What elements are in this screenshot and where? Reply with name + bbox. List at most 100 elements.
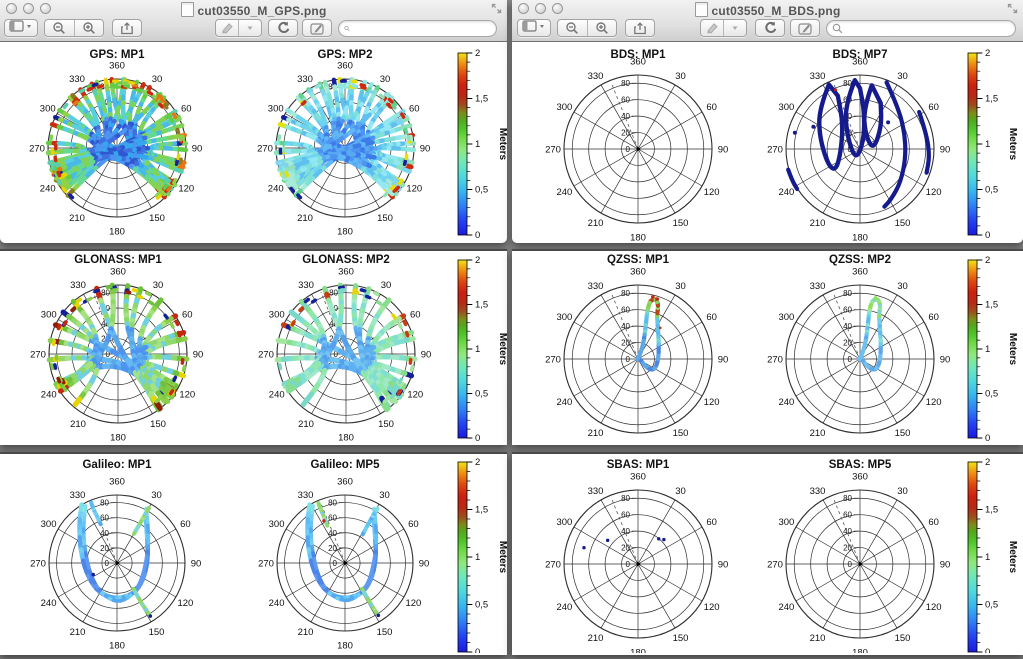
svg-text:360: 360 bbox=[109, 477, 125, 488]
svg-text:20: 20 bbox=[843, 544, 852, 553]
svg-text:240: 240 bbox=[269, 390, 285, 401]
zoom-out-button[interactable] bbox=[45, 20, 74, 36]
svg-text:Meters: Meters bbox=[1007, 541, 1018, 574]
svg-text:1,5: 1,5 bbox=[475, 505, 488, 516]
svg-text:300: 300 bbox=[556, 312, 572, 323]
search-input[interactable] bbox=[350, 21, 496, 36]
svg-text:40: 40 bbox=[621, 112, 630, 121]
search-field[interactable] bbox=[826, 20, 1016, 37]
svg-text:150: 150 bbox=[673, 428, 689, 439]
svg-text:30: 30 bbox=[152, 74, 163, 85]
svg-text:330: 330 bbox=[297, 74, 313, 85]
sidebar-icon bbox=[522, 20, 546, 32]
svg-text:360: 360 bbox=[630, 267, 646, 278]
svg-text:180: 180 bbox=[109, 227, 125, 238]
svg-text:180: 180 bbox=[852, 648, 868, 654]
svg-text:80: 80 bbox=[329, 289, 338, 298]
svg-text:150: 150 bbox=[895, 428, 911, 439]
svg-text:300: 300 bbox=[268, 104, 284, 115]
gps-titlebar: cut03550_M_GPS.png bbox=[0, 0, 507, 16]
svg-text:2: 2 bbox=[475, 457, 480, 468]
rotate-left-icon bbox=[277, 21, 290, 35]
zoom-in-button[interactable] bbox=[74, 20, 104, 36]
svg-text:270: 270 bbox=[767, 355, 783, 366]
svg-text:1,5: 1,5 bbox=[985, 94, 998, 105]
svg-text:Meters: Meters bbox=[497, 128, 507, 161]
share-button[interactable] bbox=[112, 19, 142, 37]
svg-text:30: 30 bbox=[153, 280, 164, 291]
svg-text:210: 210 bbox=[298, 419, 314, 430]
search-field[interactable] bbox=[338, 20, 497, 37]
svg-text:180: 180 bbox=[630, 233, 646, 244]
markup-button[interactable] bbox=[790, 19, 820, 37]
svg-text:20: 20 bbox=[843, 339, 852, 348]
rotate-left-button[interactable] bbox=[755, 19, 785, 37]
markup-icon bbox=[310, 22, 324, 35]
zoom-in-button[interactable] bbox=[587, 20, 617, 36]
fullscreen-icon[interactable] bbox=[491, 3, 502, 14]
svg-text:60: 60 bbox=[410, 310, 421, 321]
preview-window-bds: cut03550_M_BDS.png bbox=[512, 0, 1023, 659]
svg-text:330: 330 bbox=[298, 490, 314, 501]
svg-text:60: 60 bbox=[408, 519, 419, 530]
svg-text:80: 80 bbox=[101, 289, 110, 298]
svg-text:Meters: Meters bbox=[1007, 128, 1018, 161]
zoom-in-icon bbox=[82, 21, 96, 35]
sidebar-button[interactable] bbox=[517, 19, 551, 37]
svg-text:80: 80 bbox=[621, 494, 630, 503]
svg-text:80: 80 bbox=[328, 499, 337, 508]
svg-text:2: 2 bbox=[985, 255, 990, 266]
sidebar-button[interactable] bbox=[4, 19, 38, 37]
svg-text:0: 0 bbox=[475, 230, 480, 241]
svg-text:60: 60 bbox=[928, 517, 939, 528]
svg-text:30: 30 bbox=[675, 281, 686, 292]
svg-text:150: 150 bbox=[377, 627, 393, 638]
zoom-out-button[interactable] bbox=[558, 20, 587, 36]
svg-text:Galileo: MP1: Galileo: MP1 bbox=[82, 459, 152, 471]
svg-text:60: 60 bbox=[182, 310, 193, 321]
svg-text:0: 0 bbox=[626, 560, 631, 569]
gps-window-chrome: cut03550_M_GPS.png bbox=[0, 0, 507, 42]
svg-text:270: 270 bbox=[258, 559, 274, 570]
svg-text:Meters: Meters bbox=[497, 333, 507, 366]
svg-text:270: 270 bbox=[545, 145, 561, 156]
svg-text:0,5: 0,5 bbox=[985, 600, 998, 611]
highlight-button[interactable] bbox=[215, 19, 262, 37]
svg-text:210: 210 bbox=[588, 428, 604, 439]
search-input[interactable] bbox=[843, 21, 1015, 36]
svg-text:300: 300 bbox=[269, 519, 285, 530]
galileo-plots-canvas: 0204060803603060901201501802102402703003… bbox=[0, 454, 507, 653]
fullscreen-icon[interactable] bbox=[1007, 3, 1018, 14]
svg-text:240: 240 bbox=[556, 397, 572, 408]
svg-text:240: 240 bbox=[556, 187, 572, 198]
svg-text:0: 0 bbox=[985, 647, 990, 653]
svg-text:270: 270 bbox=[29, 144, 45, 155]
svg-text:1,5: 1,5 bbox=[985, 300, 998, 311]
svg-text:180: 180 bbox=[337, 641, 353, 652]
sbas-plots-canvas: 0204060803603060901201501802102402703003… bbox=[512, 454, 1023, 653]
svg-text:80: 80 bbox=[843, 494, 852, 503]
highlight-caret-icon bbox=[238, 20, 261, 36]
svg-text:180: 180 bbox=[337, 227, 353, 238]
svg-text:330: 330 bbox=[70, 490, 86, 501]
rotate-left-button[interactable] bbox=[268, 19, 298, 37]
svg-text:240: 240 bbox=[268, 184, 284, 195]
qzss-window-pane: 0204060803603060901201501802102402703003… bbox=[512, 249, 1023, 445]
share-button[interactable] bbox=[625, 19, 655, 37]
svg-text:0,5: 0,5 bbox=[475, 389, 488, 400]
svg-text:0,5: 0,5 bbox=[985, 389, 998, 400]
svg-text:300: 300 bbox=[556, 102, 572, 113]
gps-plots-canvas: 0204060803603060901201501802102402703003… bbox=[0, 42, 507, 243]
highlight-button[interactable] bbox=[700, 19, 747, 37]
markup-button[interactable] bbox=[302, 19, 332, 37]
zoom-out-icon bbox=[52, 21, 66, 35]
svg-text:330: 330 bbox=[298, 280, 314, 291]
window-title: cut03550_M_BDS.png bbox=[512, 2, 1023, 18]
svg-text:240: 240 bbox=[778, 602, 794, 613]
svg-text:270: 270 bbox=[257, 144, 273, 155]
svg-text:BDS: MP7: BDS: MP7 bbox=[833, 49, 888, 61]
svg-text:SBAS: MP5: SBAS: MP5 bbox=[829, 459, 892, 471]
svg-text:240: 240 bbox=[778, 187, 794, 198]
svg-text:20: 20 bbox=[621, 544, 630, 553]
svg-text:210: 210 bbox=[810, 633, 826, 644]
